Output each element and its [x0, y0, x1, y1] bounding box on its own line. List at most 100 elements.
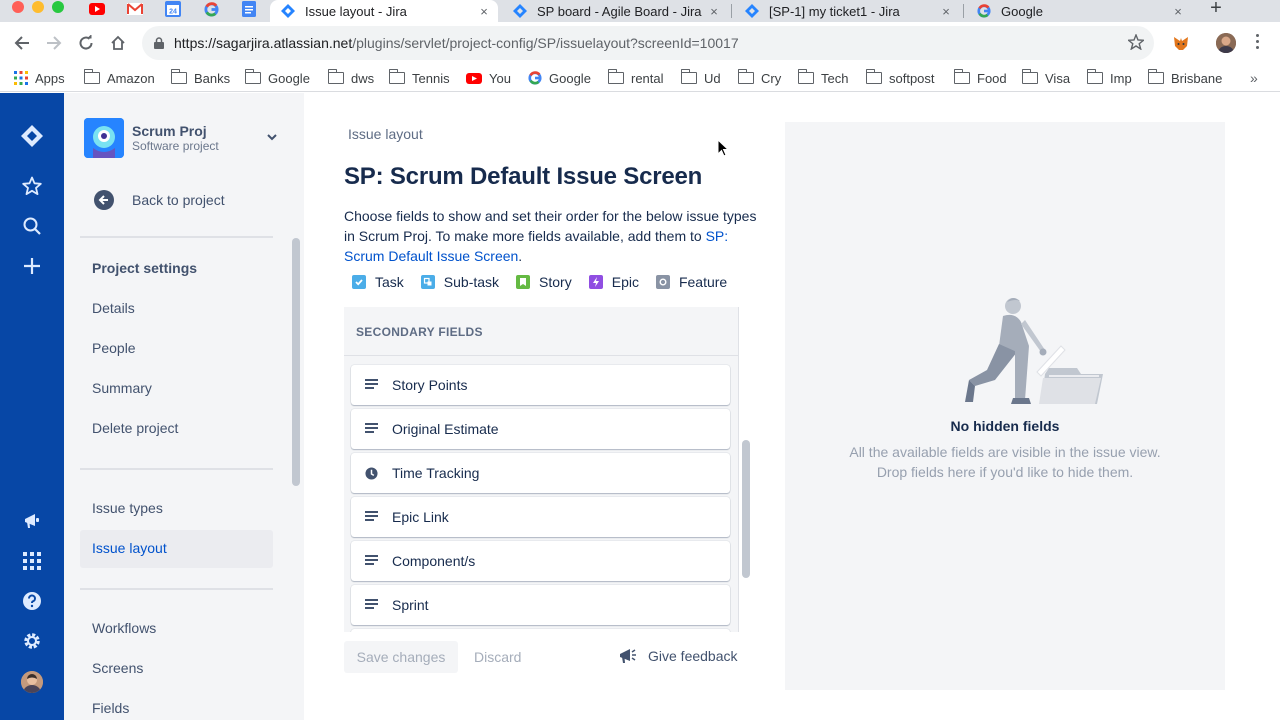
pinned-tab-calendar[interactable]: 24: [164, 0, 182, 18]
pinned-tab-google[interactable]: [202, 0, 220, 18]
bookmark-star-icon[interactable]: [1128, 34, 1144, 50]
bookmark-dws[interactable]: dws: [327, 68, 374, 88]
breadcrumb[interactable]: Issue layout: [348, 126, 423, 142]
sidebar-item-fields[interactable]: Fields: [80, 690, 273, 728]
tab-close-button[interactable]: ×: [1170, 4, 1186, 19]
arrow-right-icon: [47, 36, 62, 50]
chrome-profile-avatar[interactable]: [1216, 33, 1236, 53]
back-to-project-label[interactable]: Back to project: [132, 192, 225, 208]
empty-state-illustration: [965, 298, 1103, 404]
tab-google[interactable]: Google ×: [966, 0, 1192, 22]
starred-button[interactable]: [20, 174, 44, 198]
reload-button[interactable]: [75, 32, 97, 54]
tab-sp-board[interactable]: SP board - Agile Board - Jira ×: [502, 0, 728, 22]
sidebar-item-summary[interactable]: Summary: [80, 370, 273, 408]
bookmark-google[interactable]: Google: [528, 68, 591, 88]
chrome-menu-button[interactable]: [1256, 34, 1260, 52]
lock-icon: [154, 37, 164, 49]
jira-home-button[interactable]: [20, 124, 44, 148]
sidebar-scrollbar[interactable]: [292, 238, 300, 486]
field-story-points[interactable]: Story Points: [351, 365, 730, 405]
bookmark-amazon[interactable]: Amazon: [83, 68, 155, 88]
project-type: Software project: [132, 139, 219, 153]
star-icon: [22, 176, 42, 195]
tab-title: Issue layout - Jira: [305, 3, 407, 19]
tab-close-button[interactable]: ×: [938, 4, 954, 19]
search-button[interactable]: [20, 214, 44, 238]
window-maximize-button[interactable]: [52, 1, 64, 13]
bookmark-rental[interactable]: rental: [607, 68, 664, 88]
bookmark-brisbane[interactable]: Brisbane: [1147, 68, 1222, 88]
field-time-tracking[interactable]: Time Tracking: [351, 453, 730, 493]
sidebar-item-details[interactable]: Details: [80, 290, 273, 328]
text-lines-icon: [365, 555, 378, 567]
bookmark-imp[interactable]: Imp: [1086, 68, 1132, 88]
forward-nav-button[interactable]: [43, 32, 65, 54]
metamask-extension-icon[interactable]: [1172, 34, 1190, 52]
sidebar-item-delete-project[interactable]: Delete project: [80, 410, 273, 448]
help-button[interactable]: [20, 589, 44, 613]
field-original-estimate[interactable]: Original Estimate: [351, 409, 730, 449]
discard-button[interactable]: Discard: [474, 649, 521, 665]
home-button[interactable]: [107, 32, 129, 54]
settings-button[interactable]: [20, 629, 44, 653]
field-sprint[interactable]: Sprint: [351, 585, 730, 625]
youtube-icon: [466, 72, 482, 84]
pinned-tab-youtube[interactable]: [88, 0, 106, 18]
whats-new-button[interactable]: [20, 509, 44, 533]
app-switcher-button[interactable]: [20, 549, 44, 573]
sidebar-item-screens[interactable]: Screens: [80, 650, 273, 688]
pinned-tab-gmail[interactable]: [126, 0, 144, 18]
subtask-icon: [420, 275, 435, 289]
back-to-project-button[interactable]: [94, 190, 114, 210]
bookmark-visa[interactable]: Visa: [1021, 68, 1070, 88]
bookmark-google-folder[interactable]: Google: [244, 68, 310, 88]
folder-icon: [865, 69, 882, 84]
field-partial[interactable]: [351, 629, 730, 632]
sidebar-item-people[interactable]: People: [80, 330, 273, 368]
fields-scrollbar-thumb[interactable]: [742, 440, 750, 578]
browser-toolbar: https://sagarjira.atlassian.net/plugins/…: [0, 22, 1280, 64]
secondary-fields-panel: SECONDARY FIELDS Story Points Original E…: [344, 307, 753, 632]
folder-icon: [737, 69, 754, 84]
save-changes-button[interactable]: Save changes: [344, 641, 458, 673]
bookmark-tennis[interactable]: Tennis: [388, 68, 450, 88]
google-icon: [976, 3, 992, 19]
back-nav-button[interactable]: [11, 32, 33, 54]
user-avatar[interactable]: [21, 671, 43, 693]
hidden-fields-dropzone[interactable]: No hidden fields All the available field…: [785, 122, 1225, 690]
project-name[interactable]: Scrum Proj: [132, 123, 207, 139]
tab-close-button[interactable]: ×: [706, 4, 722, 19]
field-components[interactable]: Component/s: [351, 541, 730, 581]
give-feedback-button[interactable]: Give feedback: [618, 647, 738, 665]
plus-icon: [24, 258, 40, 274]
field-epic-link[interactable]: Epic Link: [351, 497, 730, 537]
bookmark-ud[interactable]: Ud: [680, 68, 721, 88]
bookmark-food[interactable]: Food: [953, 68, 1007, 88]
sidebar-item-issue-layout[interactable]: Issue layout: [80, 530, 273, 568]
bookmark-cry[interactable]: Cry: [737, 68, 781, 88]
sidebar-item-workflows[interactable]: Workflows: [80, 610, 273, 648]
chevron-down-icon[interactable]: [266, 133, 278, 141]
folder-icon: [388, 69, 405, 84]
tab-close-button[interactable]: ×: [476, 4, 492, 19]
address-bar[interactable]: https://sagarjira.atlassian.net/plugins/…: [142, 26, 1154, 60]
project-avatar[interactable]: [84, 118, 124, 158]
window-close-button[interactable]: [12, 1, 24, 13]
bookmarks-overflow-button[interactable]: »: [1250, 70, 1258, 86]
pinned-tab-docs[interactable]: [240, 0, 258, 18]
bookmark-softpost[interactable]: softpost: [865, 68, 935, 88]
bookmark-banks[interactable]: Banks: [170, 68, 230, 88]
grid-icon: [23, 552, 41, 570]
sidebar-item-issue-types[interactable]: Issue types: [80, 490, 273, 528]
window-minimize-button[interactable]: [32, 1, 44, 13]
bookmark-apps[interactable]: Apps: [14, 68, 65, 88]
tab-issue-layout[interactable]: Issue layout - Jira ×: [270, 0, 498, 22]
create-button[interactable]: [20, 254, 44, 278]
new-tab-button[interactable]: +: [1206, 0, 1226, 18]
tab-sp-1-ticket[interactable]: [SP-1] my ticket1 - Jira ×: [734, 0, 960, 22]
bookmark-youtube[interactable]: You: [466, 68, 511, 88]
bookmark-tech[interactable]: Tech: [797, 68, 848, 88]
calendar-icon: 24: [165, 1, 181, 17]
text-lines-icon: [365, 423, 378, 435]
